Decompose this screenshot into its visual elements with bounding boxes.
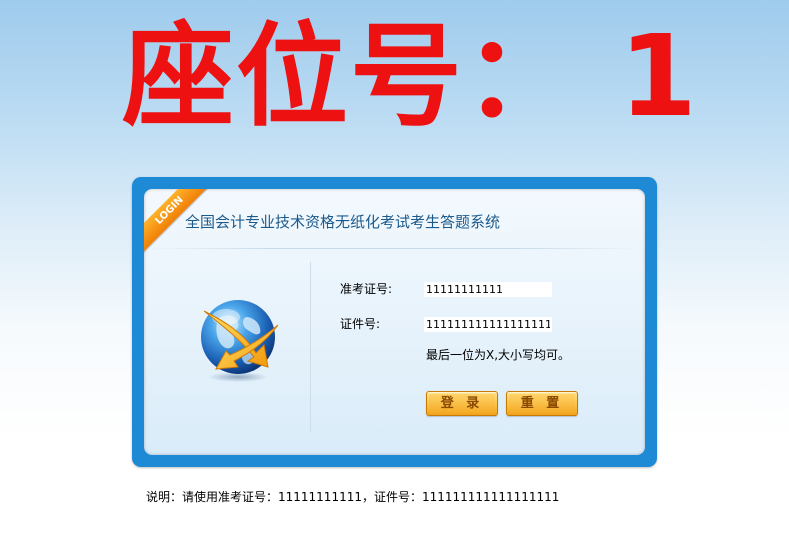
system-title: 全国会计专业技术资格无纸化考试考生答题系统	[185, 213, 501, 231]
login-panel: LOGIN 全国会计专业技术资格无纸化考试考生答题系统 准考证号: 111111…	[132, 177, 657, 467]
title-divider	[144, 248, 645, 249]
seat-number-heading: 座位号： 1	[122, 12, 699, 142]
id-hint-text: 最后一位为X,大小写均可。	[426, 348, 571, 362]
exam-number-label: 准考证号:	[340, 282, 393, 296]
id-number-label: 证件号:	[340, 317, 381, 331]
reset-button-label: 重 置	[509, 394, 575, 413]
reset-button[interactable]: 重 置	[506, 391, 578, 416]
globe-with-arrow-icon	[194, 295, 284, 385]
login-button-label: 登 录	[429, 394, 495, 413]
id-number-input[interactable]	[424, 317, 552, 332]
instruction-note: 说明：请使用准考证号：11111111111，证件号：1111111111111…	[146, 490, 560, 504]
login-button[interactable]: 登 录	[426, 391, 498, 416]
exam-number-input[interactable]	[424, 282, 552, 297]
login-panel-body: LOGIN 全国会计专业技术资格无纸化考试考生答题系统 准考证号: 111111…	[144, 189, 645, 455]
vertical-divider	[310, 262, 311, 432]
